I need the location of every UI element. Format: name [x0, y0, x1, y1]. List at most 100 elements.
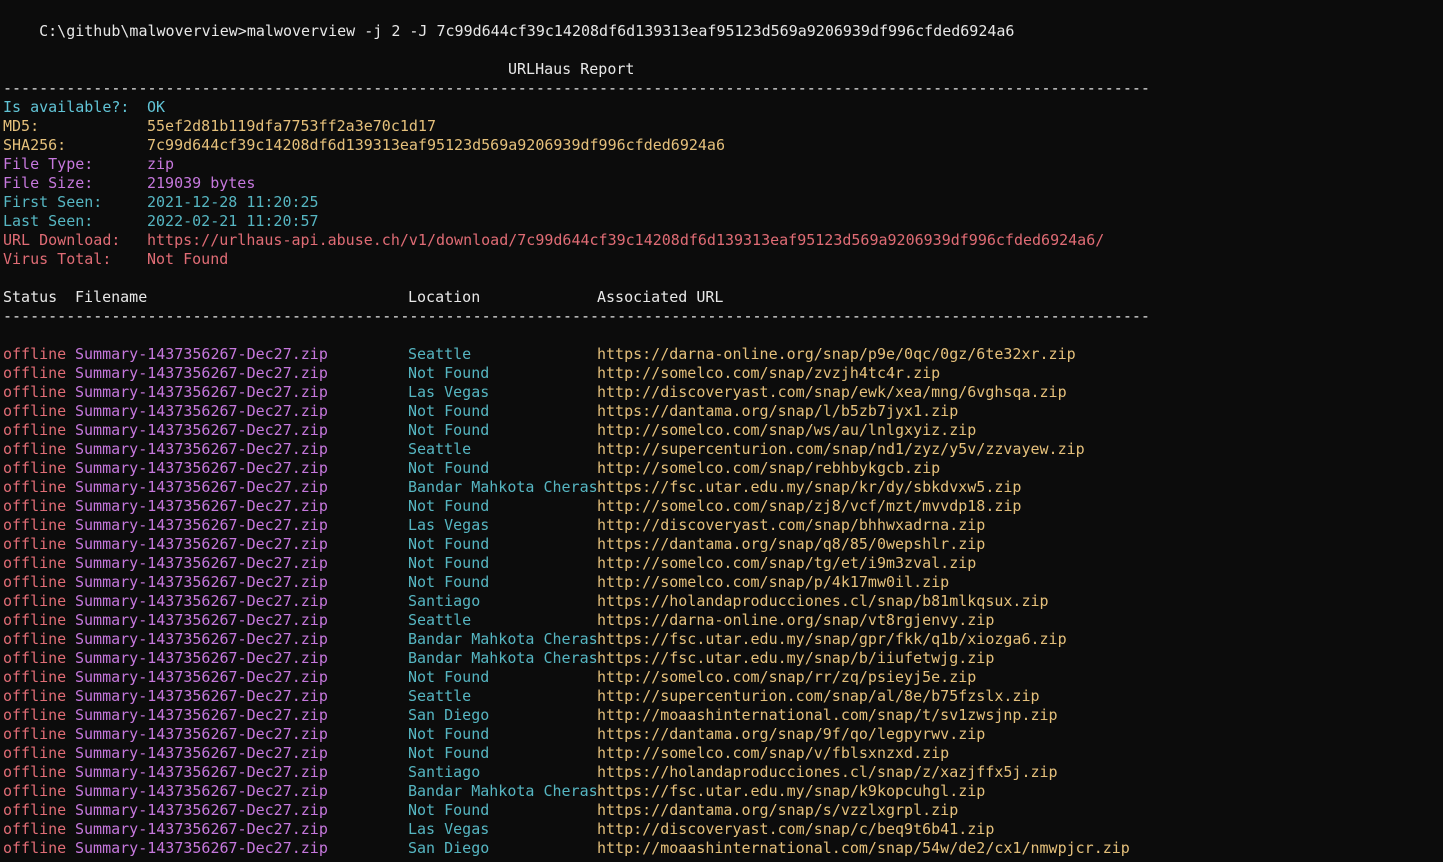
row-filename: Summary-1437356267-Dec27.zip — [75, 497, 328, 515]
row-location: Bandar Mahkota Cheras — [408, 630, 598, 648]
prompt-path: C:\github\malwoverview> — [39, 22, 247, 40]
row-status: offline — [3, 421, 67, 439]
field-label: MD5: — [3, 117, 40, 135]
row-status: offline — [3, 383, 67, 401]
row-location: Bandar Mahkota Cheras — [408, 649, 598, 667]
field-label: First Seen: — [3, 193, 103, 211]
report-title-text: URLHaus Report — [508, 60, 635, 78]
row-associated-url: http://somelco.com/snap/rebhbykgcb.zip — [597, 459, 941, 477]
row-location: Not Found — [408, 421, 490, 439]
row-status: offline — [3, 649, 67, 667]
row-status: offline — [3, 592, 67, 610]
row-filename: Summary-1437356267-Dec27.zip — [75, 611, 328, 629]
row-location: Seattle — [408, 611, 472, 629]
row-status: offline — [3, 820, 67, 838]
row-associated-url: http://supercenturion.com/snap/al/8e/b75… — [597, 687, 1040, 705]
row-location: Not Found — [408, 497, 490, 515]
row-status: offline — [3, 687, 67, 705]
field-value: 2021-12-28 11:20:25 — [147, 193, 319, 211]
row-filename: Summary-1437356267-Dec27.zip — [75, 554, 328, 572]
row-status: offline — [3, 725, 67, 743]
row-associated-url: https://holandaproducciones.cl/snap/z/xa… — [597, 763, 1058, 781]
row-filename: Summary-1437356267-Dec27.zip — [75, 573, 328, 591]
row-associated-url: http://somelco.com/snap/zj8/vcf/mzt/mvvd… — [597, 497, 1022, 515]
row-filename: Summary-1437356267-Dec27.zip — [75, 592, 328, 610]
row-location: Santiago — [408, 763, 481, 781]
row-filename: Summary-1437356267-Dec27.zip — [75, 402, 328, 420]
row-associated-url: http://somelco.com/snap/p/4k17mw0il.zip — [597, 573, 950, 591]
field-value: https://urlhaus-api.abuse.ch/v1/download… — [147, 231, 1105, 249]
row-filename: Summary-1437356267-Dec27.zip — [75, 630, 328, 648]
row-status: offline — [3, 706, 67, 724]
field-label: Virus Total: — [3, 250, 112, 268]
row-status: offline — [3, 782, 67, 800]
row-status: offline — [3, 801, 67, 819]
row-location: Seattle — [408, 687, 472, 705]
row-location: Las Vegas — [408, 516, 490, 534]
row-filename: Summary-1437356267-Dec27.zip — [75, 687, 328, 705]
field-value: 55ef2d81b119dfa7753ff2a3e70c1d17 — [147, 117, 436, 135]
row-filename: Summary-1437356267-Dec27.zip — [75, 763, 328, 781]
row-filename: Summary-1437356267-Dec27.zip — [75, 364, 328, 382]
row-filename: Summary-1437356267-Dec27.zip — [75, 801, 328, 819]
row-associated-url: http://somelco.com/snap/zvzjh4tc4r.zip — [597, 364, 941, 382]
row-status: offline — [3, 516, 67, 534]
row-status: offline — [3, 611, 67, 629]
row-associated-url: http://moaashinternational.com/snap/t/sv… — [597, 706, 1058, 724]
row-associated-url: http://moaashinternational.com/snap/54w/… — [597, 839, 1130, 857]
row-status: offline — [3, 763, 67, 781]
row-associated-url: https://fsc.utar.edu.my/snap/b/iiufetwjg… — [597, 649, 995, 667]
separator-text: ----------------------------------------… — [3, 79, 1150, 97]
row-filename: Summary-1437356267-Dec27.zip — [75, 421, 328, 439]
row-filename: Summary-1437356267-Dec27.zip — [75, 706, 328, 724]
row-location: Bandar Mahkota Cheras — [408, 782, 598, 800]
row-location: Las Vegas — [408, 383, 490, 401]
field-label: File Type: — [3, 155, 94, 173]
row-location: San Diego — [408, 706, 490, 724]
row-associated-url: http://somelco.com/snap/tg/et/i9m3zval.z… — [597, 554, 977, 572]
row-filename: Summary-1437356267-Dec27.zip — [75, 383, 328, 401]
row-filename: Summary-1437356267-Dec27.zip — [75, 839, 328, 857]
row-location: Not Found — [408, 801, 490, 819]
row-associated-url: https://holandaproducciones.cl/snap/b81m… — [597, 592, 1049, 610]
row-location: Not Found — [408, 459, 490, 477]
row-status: offline — [3, 497, 67, 515]
field-value: zip — [147, 155, 175, 173]
row-associated-url: https://fsc.utar.edu.my/snap/gpr/fkk/q1b… — [597, 630, 1067, 648]
row-associated-url: https://dantama.org/snap/9f/qo/legpyrwv.… — [597, 725, 986, 743]
row-filename: Summary-1437356267-Dec27.zip — [75, 820, 328, 838]
row-status: offline — [3, 573, 67, 591]
row-associated-url: http://somelco.com/snap/v/fblsxnzxd.zip — [597, 744, 950, 762]
row-status: offline — [3, 440, 67, 458]
field-label: Last Seen: — [3, 212, 94, 230]
row-location: Not Found — [408, 402, 490, 420]
row-filename: Summary-1437356267-Dec27.zip — [75, 516, 328, 534]
row-status: offline — [3, 402, 67, 420]
row-location: Bandar Mahkota Cheras — [408, 478, 598, 496]
field-label: SHA256: — [3, 136, 67, 154]
row-location: San Diego — [408, 839, 490, 857]
row-associated-url: http://discoveryast.com/snap/c/beq9t6b41… — [597, 820, 995, 838]
row-associated-url: https://dantama.org/snap/q8/85/0wepshlr.… — [597, 535, 986, 553]
row-filename: Summary-1437356267-Dec27.zip — [75, 782, 328, 800]
row-filename: Summary-1437356267-Dec27.zip — [75, 744, 328, 762]
row-location: Not Found — [408, 554, 490, 572]
row-location: Seattle — [408, 440, 472, 458]
table-header: Status Filename Location Associated URL — [3, 288, 723, 307]
separator-text: ----------------------------------------… — [3, 307, 1150, 325]
row-associated-url: https://darna-online.org/snap/vt8rgjenvy… — [597, 611, 995, 629]
terminal-window[interactable]: C:\github\malwoverview>malwoverview -j 2… — [0, 0, 1443, 862]
command-prompt-line: C:\github\malwoverview>malwoverview -j 2… — [3, 3, 1014, 40]
row-status: offline — [3, 364, 67, 382]
row-filename: Summary-1437356267-Dec27.zip — [75, 440, 328, 458]
report-separator-top: ----------------------------------------… — [3, 79, 1150, 98]
field-value: 7c99d644cf39c14208df6d139313eaf95123d569… — [147, 136, 725, 154]
row-location: Not Found — [408, 668, 490, 686]
row-location: Not Found — [408, 573, 490, 591]
row-associated-url: http://somelco.com/snap/rr/zq/psieyj5e.z… — [597, 668, 977, 686]
field-value: Not Found — [147, 250, 229, 268]
header-filename: Filename — [75, 288, 148, 306]
row-associated-url: http://somelco.com/snap/ws/au/lnlgxyiz.z… — [597, 421, 977, 439]
row-location: Not Found — [408, 744, 490, 762]
table-separator: ----------------------------------------… — [3, 307, 1150, 326]
